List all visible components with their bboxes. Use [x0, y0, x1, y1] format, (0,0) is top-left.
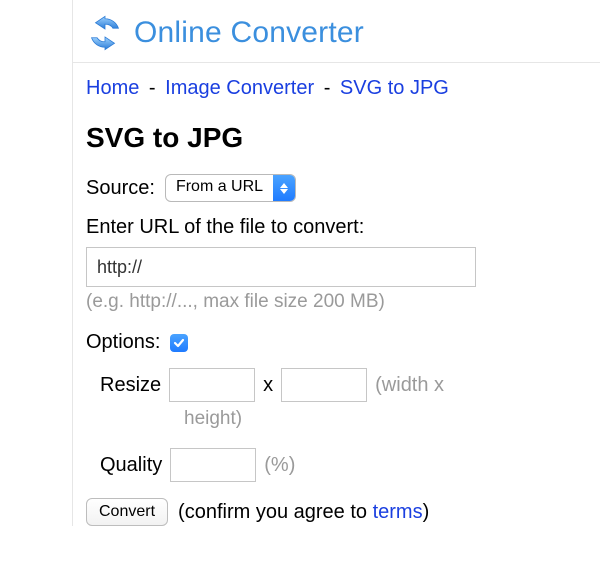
resize-sub-hint: height) [100, 408, 600, 430]
resize-height-input[interactable] [281, 368, 367, 402]
refresh-arrows-icon [86, 14, 124, 52]
resize-label: Resize [100, 374, 161, 397]
convert-row: Convert (confirm you agree to terms) [86, 498, 600, 526]
options-checkbox[interactable] [170, 334, 188, 352]
updown-icon [273, 175, 295, 201]
confirm-text: (confirm you agree to terms) [178, 501, 429, 524]
brand-header: Online Converter [86, 8, 600, 62]
url-input[interactable] [86, 247, 476, 287]
terms-link[interactable]: terms [373, 501, 423, 523]
url-label: Enter URL of the file to convert: [86, 216, 600, 239]
breadcrumb-sep: - [320, 77, 335, 99]
resize-unit-hint: (width x [375, 374, 444, 397]
quality-label: Quality [100, 454, 162, 477]
breadcrumb-svg-to-jpg[interactable]: SVG to JPG [340, 77, 449, 99]
options-label: Options: [86, 331, 160, 354]
confirm-pre: (confirm you agree to [178, 501, 373, 523]
breadcrumb-home[interactable]: Home [86, 77, 139, 99]
source-row: Source: From a URL [86, 174, 600, 202]
breadcrumb-image-converter[interactable]: Image Converter [165, 77, 314, 99]
page-title: SVG to JPG [86, 122, 600, 154]
quality-unit: (%) [264, 454, 295, 477]
resize-width-input[interactable] [169, 368, 255, 402]
options-row: Options: [86, 331, 600, 354]
breadcrumb-sep: - [145, 77, 160, 99]
source-select[interactable]: From a URL [165, 174, 296, 202]
breadcrumb: Home - Image Converter - SVG to JPG [86, 73, 600, 112]
source-label: Source: [86, 177, 155, 200]
header-divider [72, 62, 600, 63]
quality-row: Quality (%) [100, 448, 600, 482]
brand-title: Online Converter [134, 16, 364, 50]
source-select-value: From a URL [166, 175, 273, 201]
resize-x: x [263, 374, 273, 397]
confirm-post: ) [423, 501, 430, 523]
convert-button[interactable]: Convert [86, 498, 168, 526]
url-hint: (e.g. http://..., max file size 200 MB) [86, 291, 600, 313]
resize-row: Resize x (width x [100, 368, 600, 402]
quality-input[interactable] [170, 448, 256, 482]
